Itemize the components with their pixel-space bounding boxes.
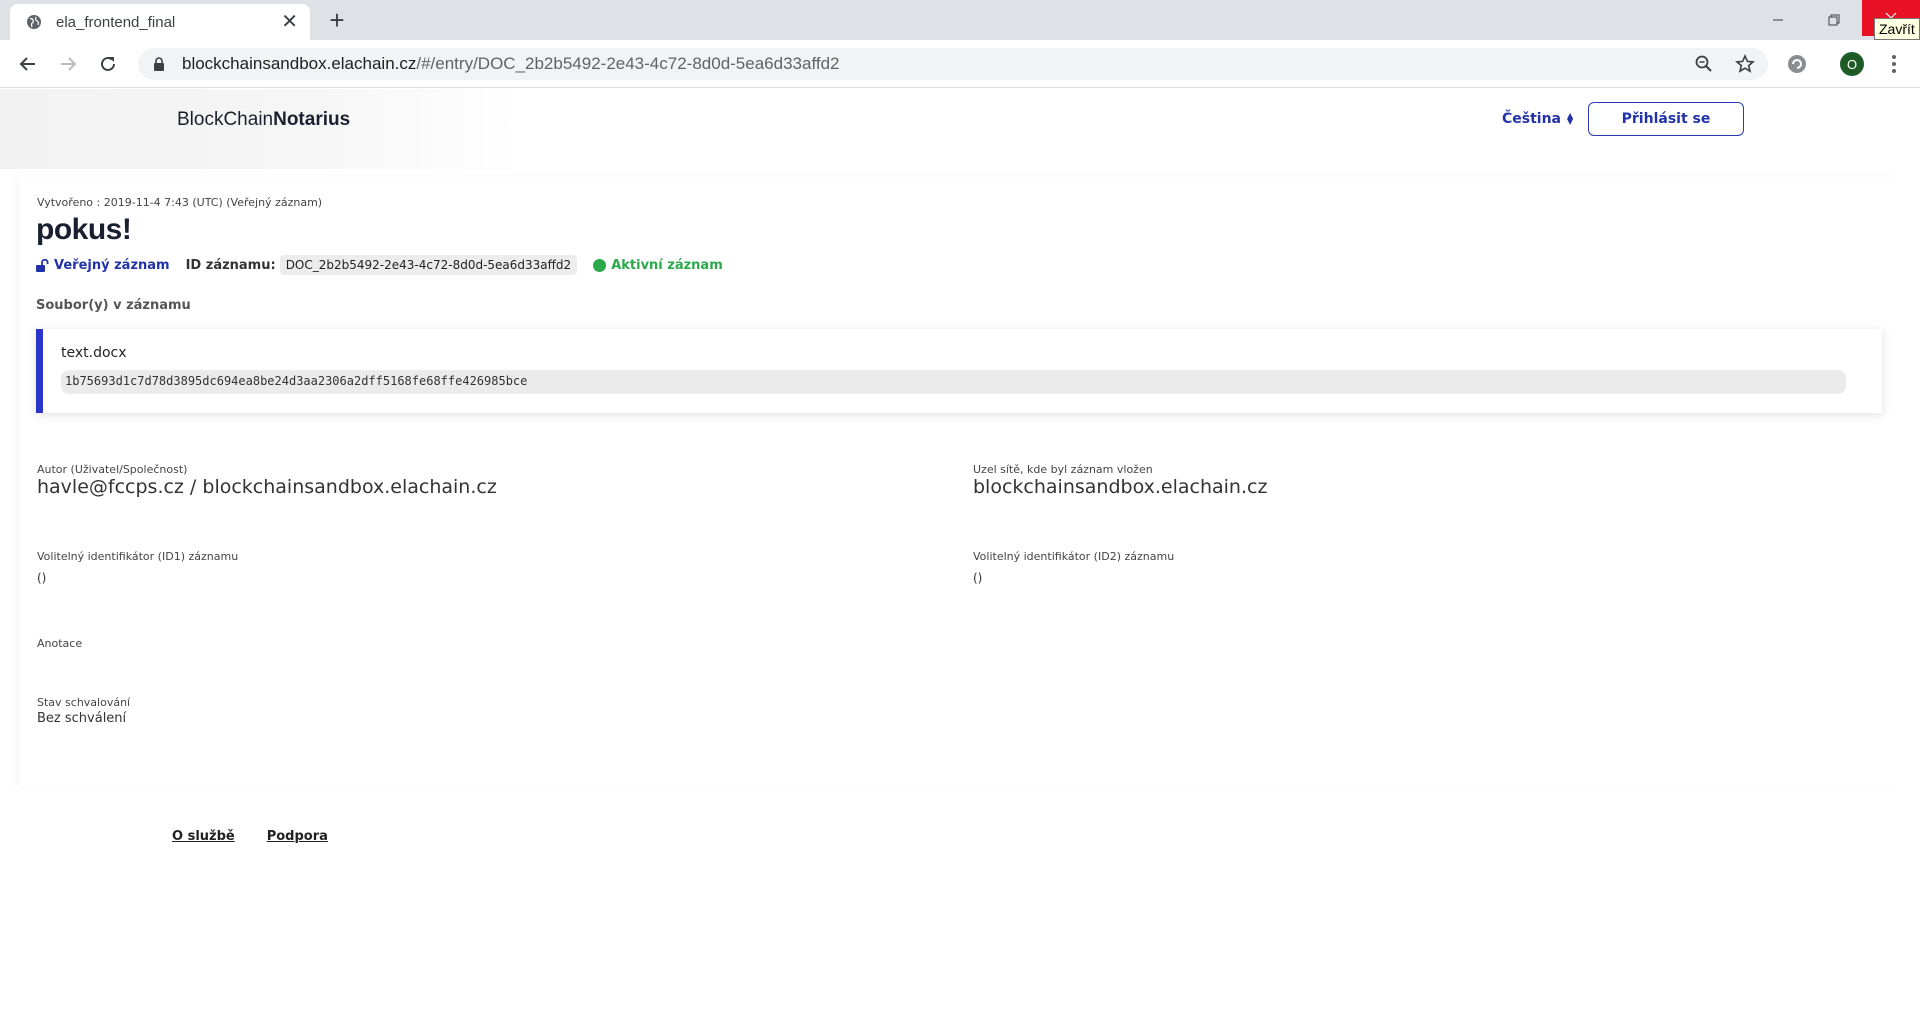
- id1-value: (): [37, 571, 47, 585]
- file-hash: 1b75693d1c7d78d3895dc694ea8be24d3aa2306a…: [61, 370, 1846, 394]
- window-restore-button[interactable]: [1806, 0, 1862, 40]
- url-text: blockchainsandbox.elachain.cz/#/entry/DO…: [182, 54, 840, 74]
- record-id-value: DOC_2b2b5492-2e43-4c72-8d0d-5ea6d33affd2: [279, 255, 578, 275]
- browser-toolbar: blockchainsandbox.elachain.cz/#/entry/DO…: [0, 40, 1920, 88]
- profile-avatar[interactable]: O: [1840, 52, 1864, 76]
- tab-title: ela_frontend_final: [56, 13, 176, 31]
- back-button[interactable]: [14, 50, 42, 78]
- approval-value: Bez schválení: [37, 711, 127, 726]
- window-minimize-button[interactable]: [1750, 0, 1806, 40]
- status-dot-icon: [593, 258, 607, 272]
- extension-button[interactable]: [1785, 52, 1809, 76]
- zoom-out-icon: [1695, 55, 1712, 72]
- forward-button[interactable]: [54, 50, 82, 78]
- brand-bold: Notarius: [273, 109, 351, 130]
- unlock-icon: [36, 258, 49, 272]
- approval-label: Stav schvalování: [37, 696, 131, 709]
- author-label: Autor (Uživatel/Společnost): [37, 463, 188, 476]
- new-tab-button[interactable]: +: [322, 6, 352, 36]
- lock-icon: [154, 57, 164, 71]
- status-badge: Aktivní záznam: [593, 258, 723, 273]
- status-label: Aktivní záznam: [611, 257, 723, 273]
- footer-link-about[interactable]: O službě: [172, 829, 235, 844]
- language-label: Čeština: [1502, 111, 1562, 127]
- file-name: text.docx: [61, 345, 127, 361]
- tab-close-icon[interactable]: ✕: [281, 12, 298, 32]
- page-content: BlockChainNotarius Čeština ▲ ▼ Přihlásit …: [0, 89, 1920, 1030]
- globe-icon: [27, 15, 41, 29]
- files-section-label: Soubor(y) v záznamu: [36, 298, 191, 313]
- id1-label: Volitelný identifikátor (ID1) záznamu: [37, 550, 239, 563]
- footer-link-support[interactable]: Podpora: [267, 829, 328, 844]
- browser-tab-strip: ela_frontend_final ✕ + Zavřít: [0, 0, 1920, 40]
- arrow-left-icon: [19, 57, 35, 71]
- id2-value: (): [973, 571, 983, 585]
- arrow-right-icon: [61, 57, 77, 71]
- url-path: /#/entry/DOC_2b2b5492-2e43-4c72-8d0d-5ea…: [416, 54, 840, 73]
- public-record-label: Veřejný záznam: [54, 257, 170, 273]
- reload-button[interactable]: [94, 50, 122, 78]
- browser-tab[interactable]: ela_frontend_final ✕: [10, 4, 310, 40]
- node-value: blockchainsandbox.elachain.cz: [973, 476, 1268, 498]
- author-value: havle@fccps.cz / blockchainsandbox.elach…: [37, 476, 497, 498]
- browser-menu-icon[interactable]: [1884, 52, 1904, 76]
- id2-label: Volitelný identifikátor (ID2) záznamu: [973, 550, 1175, 563]
- zoom-button[interactable]: [1692, 52, 1716, 76]
- record-id-label: ID záznamu:: [185, 257, 276, 273]
- extension-icon: [1788, 55, 1806, 73]
- node-label: Uzel sítě, kde byl záznam vložen: [973, 463, 1153, 476]
- bookmark-button[interactable]: [1733, 52, 1757, 76]
- created-info: Vytvořeno : 2019-11-4 7:43 (UTC) (Veřejn…: [37, 196, 323, 209]
- entry-meta-row: Veřejný záznam ID záznamu: DOC_2b2b5492-…: [36, 255, 723, 275]
- minimize-icon: [1773, 19, 1783, 21]
- close-tooltip: Zavřít: [1874, 18, 1920, 40]
- public-record-link[interactable]: Veřejný záznam: [36, 258, 170, 273]
- restore-icon: [1828, 14, 1840, 26]
- login-button[interactable]: Přihlásit se: [1588, 102, 1744, 136]
- footer-links: O službě Podpora: [172, 829, 328, 844]
- brand-logo[interactable]: BlockChainNotarius: [177, 109, 350, 131]
- star-icon: [1735, 54, 1755, 73]
- annotation-label: Anotace: [37, 637, 83, 650]
- file-card: text.docx 1b75693d1c7d78d3895dc694ea8be2…: [36, 329, 1882, 413]
- address-bar[interactable]: blockchainsandbox.elachain.cz/#/entry/DO…: [138, 48, 1768, 80]
- page-title: pokus!: [36, 213, 132, 246]
- url-host: blockchainsandbox.elachain.cz: [182, 54, 417, 73]
- language-selector[interactable]: Čeština ▲ ▼: [1502, 111, 1573, 127]
- sort-arrows-icon: ▲ ▼: [1567, 111, 1574, 126]
- reload-icon: [101, 56, 115, 71]
- brand-light: BlockChain: [177, 109, 274, 130]
